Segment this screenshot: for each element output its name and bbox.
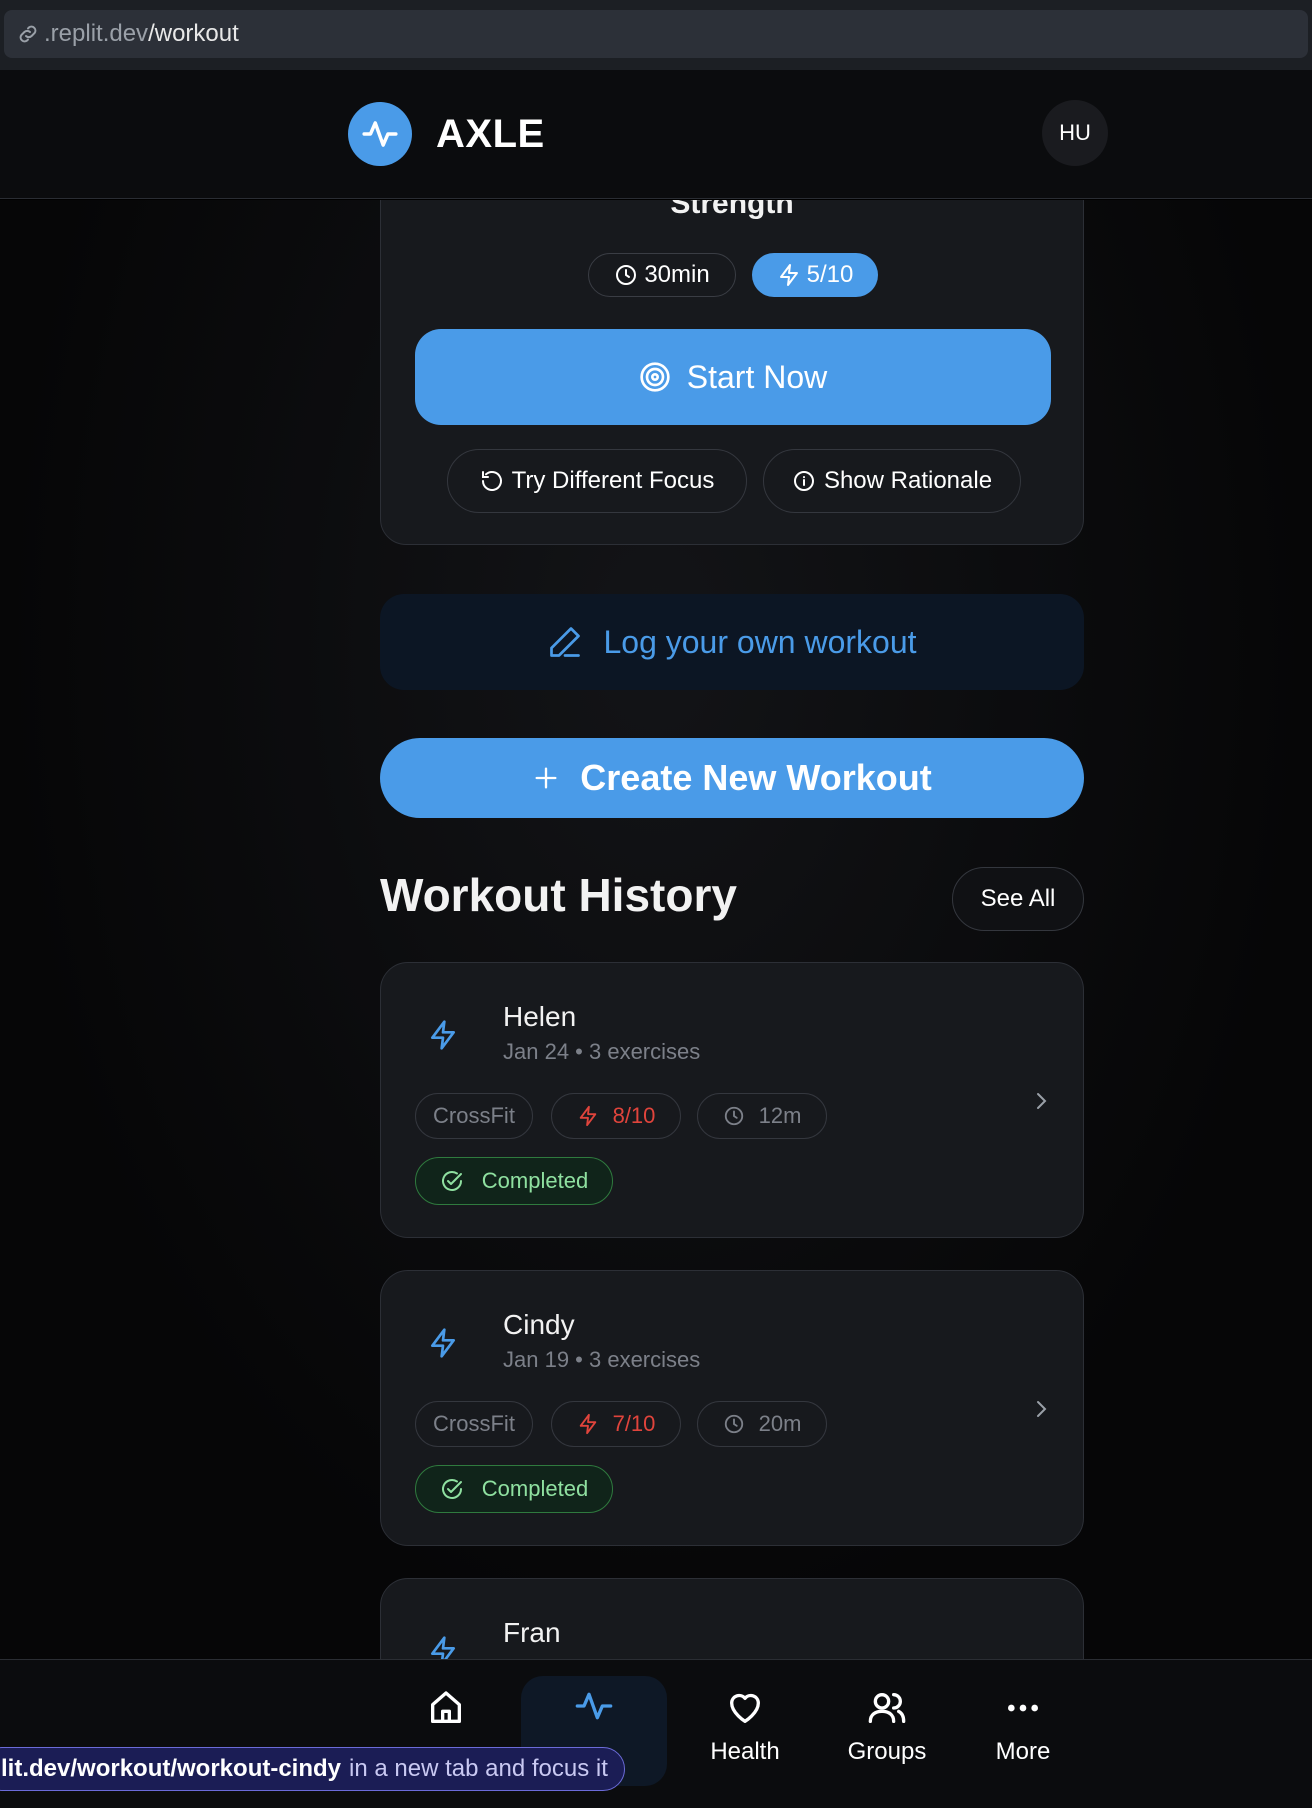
intensity-pill: 5/10 [752,253,878,297]
workout-type-tag: CrossFit [415,1401,533,1447]
link-icon [19,25,37,43]
workout-name: Cindy [503,1309,575,1340]
nav-item-health[interactable]: Health [680,1680,810,1780]
link-tooltip: lit.dev/workout/workout-cindy in a new t… [0,1747,625,1791]
chevron-right-icon [1037,1401,1047,1417]
duration-tag: 20m [697,1401,827,1447]
workout-meta: Jan 24 • 3 exercises [503,1039,701,1064]
zap-icon [779,264,798,286]
log-own-workout-button[interactable]: Log your own workout [380,594,1084,690]
start-now-label: Start Now [686,358,828,395]
browser-toolbar: .replit.dev/workout [0,0,1312,70]
url-path: /workout [148,20,239,47]
intensity-tag: 8/10 [551,1093,681,1139]
clock-icon [616,265,637,285]
heart-icon [730,1693,760,1723]
zap-icon [579,1105,596,1127]
try-different-focus-label: Try Different Focus [511,467,715,494]
zap-icon [431,1328,455,1358]
zap-icon [579,1413,596,1435]
intensity-value: 5/10 [806,261,854,288]
intensity-value: 7/10 [612,1411,656,1436]
nav-item-label: Groups [847,1738,927,1765]
nav-item-groups[interactable]: Groups [822,1680,952,1780]
activity-icon [575,1692,613,1720]
duration-tag: 12m [697,1093,827,1139]
recommended-title: Strength [670,200,794,220]
zap-icon [431,1020,455,1050]
recommended-workout-card: Strength 30min 5/10 Start Now Try Differ… [380,200,1084,545]
app-title: AXLE [436,112,545,156]
status-label: Completed [481,1476,589,1501]
pen-icon [550,627,581,657]
nav-item-more[interactable]: More [958,1680,1088,1780]
target-icon [640,362,670,392]
duration-value: 12m [758,1103,802,1128]
check-circle-icon [441,1171,462,1191]
workout-history-card[interactable]: Helen Jan 24 • 3 exercises CrossFit 8/10… [380,962,1084,1238]
zap-icon [431,1636,455,1660]
check-circle-icon [441,1479,462,1499]
workout-history-card[interactable]: Fran [380,1578,1084,1660]
user-avatar[interactable]: HU [1042,100,1108,166]
duration-value: 30min [644,261,710,288]
show-rationale-button[interactable]: Show Rationale [763,449,1021,513]
home-icon [431,1691,461,1723]
see-all-button[interactable]: See All [952,867,1084,931]
intensity-value: 8/10 [612,1103,656,1128]
status-badge: Completed [415,1157,613,1205]
plus-icon [535,767,557,789]
create-new-workout-label: Create New Workout [580,757,932,798]
log-own-workout-label: Log your own workout [603,623,917,660]
activity-icon [362,121,398,147]
more-icon [1008,1704,1038,1712]
main-content: Strength 30min 5/10 Start Now Try Differ… [0,200,1312,1660]
app-header: AXLE [0,70,1312,199]
duration-value: 20m [758,1411,802,1436]
url-bar[interactable]: .replit.dev/workout [4,10,1308,58]
duration-pill: 30min [588,253,736,297]
rotate-ccw-icon [481,471,502,491]
clock-icon [724,1414,743,1434]
app-logo[interactable] [348,102,412,166]
status-badge: Completed [415,1465,613,1513]
tooltip-text: in a new tab and focus it [349,1755,608,1782]
start-now-button[interactable]: Start Now [415,329,1051,425]
intensity-tag: 7/10 [551,1401,681,1447]
url-domain: .replit.dev [44,20,149,47]
try-different-focus-button[interactable]: Try Different Focus [447,449,747,513]
workout-history-title: Workout History [380,869,737,921]
clock-icon [724,1106,743,1126]
users-icon [868,1693,906,1723]
show-rationale-label: Show Rationale [823,467,993,494]
create-new-workout-button[interactable]: Create New Workout [380,738,1084,818]
workout-meta: Jan 19 • 3 exercises [503,1347,701,1372]
workout-type-tag: CrossFit [415,1093,533,1139]
tooltip-link: lit.dev/workout/workout-cindy [1,1755,342,1782]
workout-name: Fran [503,1617,561,1648]
status-label: Completed [481,1168,589,1193]
info-icon [793,471,814,491]
nav-item-label: Health [710,1738,780,1765]
workout-name: Helen [503,1001,577,1032]
chevron-right-icon [1037,1093,1047,1109]
nav-item-label: More [995,1738,1051,1765]
workout-history-card[interactable]: Cindy Jan 19 • 3 exercises CrossFit 7/10… [380,1270,1084,1546]
